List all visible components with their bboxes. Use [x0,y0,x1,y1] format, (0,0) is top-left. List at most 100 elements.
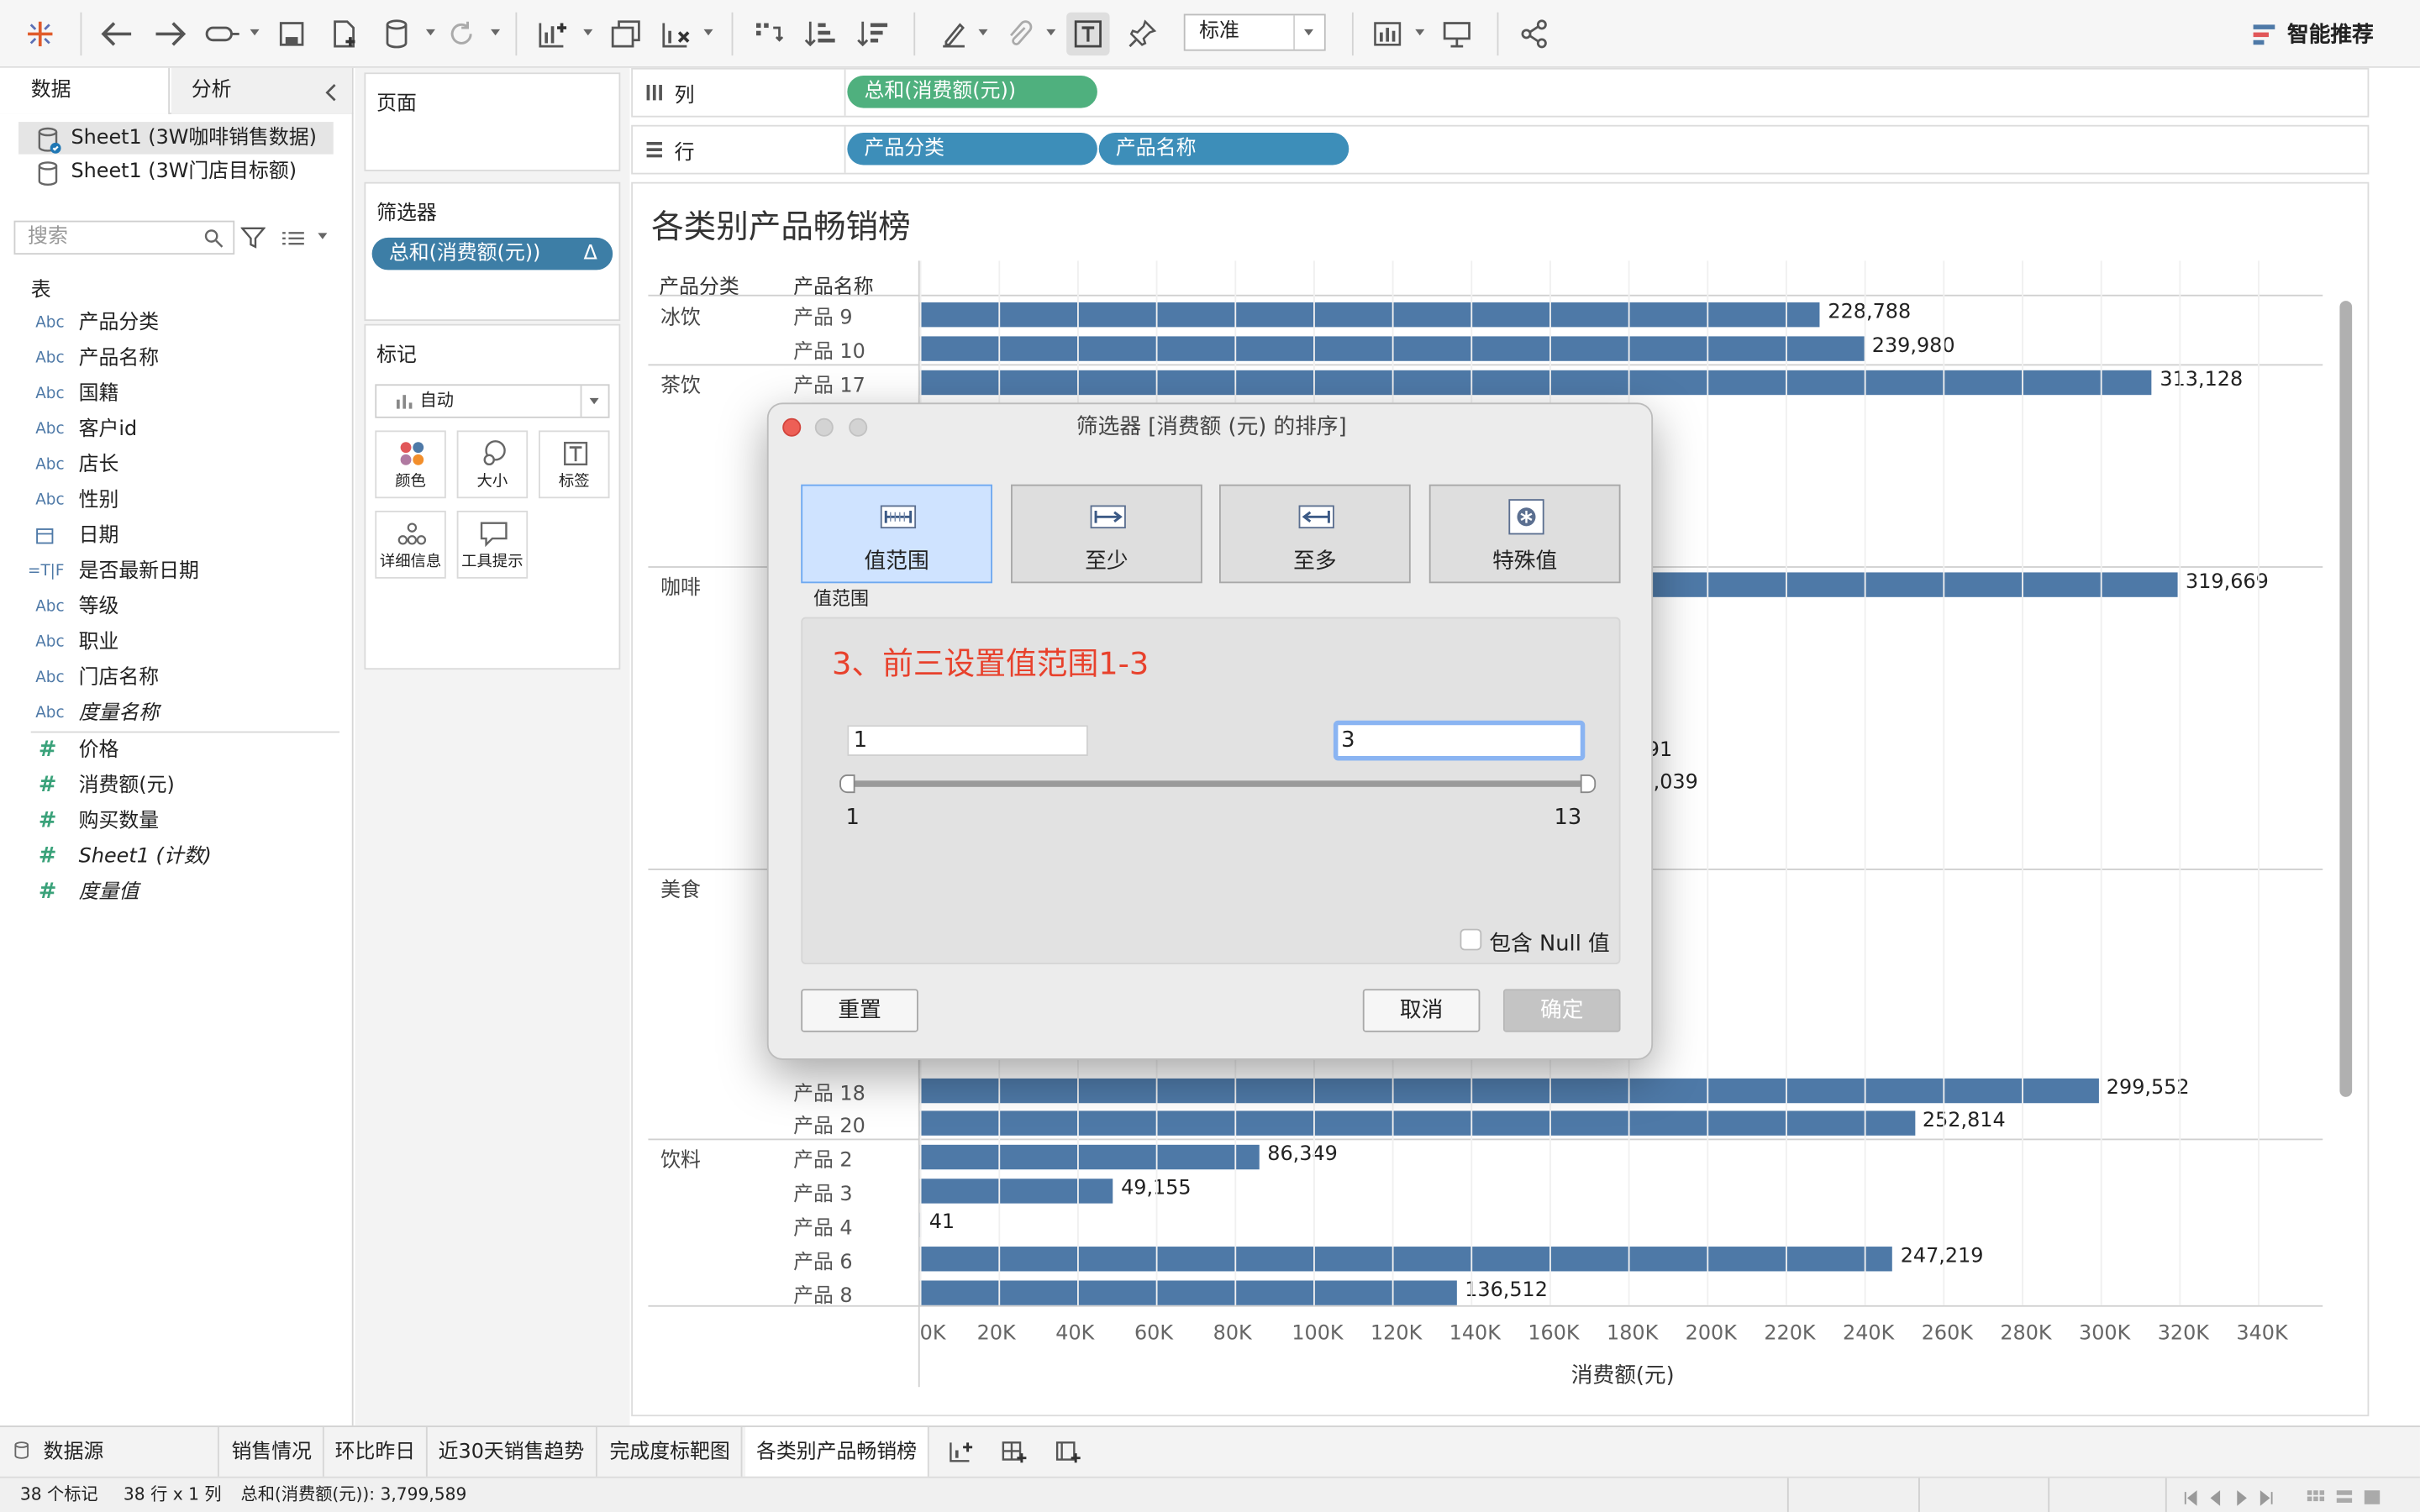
column-pill[interactable]: 总和(消费额(元)) [847,75,1097,108]
highlight-dropdown-icon[interactable] [978,29,988,36]
group-dropdown-icon[interactable] [1046,29,1056,36]
field-item[interactable]: Abc 职业 [0,625,347,660]
size-button[interactable]: 大小 [456,430,529,499]
filters-card[interactable]: 筛选器 总和(消费额(元)) Δ [364,181,621,322]
sheet-navigation-icon[interactable] [2182,1486,2291,1506]
smart-recommend-button[interactable]: 智能推荐 [2250,15,2374,52]
max-value-input[interactable]: 3 [1333,720,1586,761]
reset-button[interactable]: 重置 [801,989,918,1032]
new-story-icon[interactable] [1054,1440,1081,1471]
label-button[interactable]: 标签 [539,430,610,499]
field-item[interactable]: Abc 产品分类 [0,306,347,341]
tab-data[interactable]: 数据 [0,67,171,114]
cancel-button[interactable]: 取消 [1362,989,1481,1032]
field-item[interactable]: Abc 性别 [0,483,347,518]
new-worksheet-dropdown-icon[interactable] [583,29,593,36]
group-members-icon[interactable] [997,13,1040,55]
field-item[interactable]: Abc 产品名称 [0,341,347,376]
filter-pill[interactable]: 总和(消费额(元)) Δ [371,237,613,270]
ok-button[interactable]: 确定 [1502,989,1621,1032]
field-item[interactable]: 日期 [0,518,347,554]
row-pill-category[interactable]: 产品分类 [847,132,1097,165]
field-item[interactable]: Abc 度量名称 [0,696,347,731]
new-worksheet-tab-icon[interactable] [948,1440,976,1471]
undo-icon[interactable] [96,13,139,55]
pin-icon[interactable] [1120,13,1163,55]
show-mark-labels-icon[interactable] [1066,12,1110,56]
min-value-input[interactable]: 1 [847,725,1088,756]
sort-ascending-icon[interactable] [799,13,842,55]
collapse-pane-icon[interactable] [323,81,338,110]
show-me-chart-icon[interactable] [1367,13,1410,55]
data-source-tab[interactable]: 数据源 [0,1426,219,1478]
new-dashboard-icon[interactable] [1000,1440,1028,1471]
clear-sheet-icon[interactable] [655,13,697,55]
show-me-dropdown-icon[interactable] [1415,29,1425,36]
new-worksheet-icon[interactable] [531,13,574,55]
field-item[interactable]: Abc 等级 [0,590,347,625]
zoom-window-button[interactable] [849,417,868,437]
measure-item[interactable]: # 消费额(元) [0,769,347,804]
fit-select[interactable]: 标准 [1183,13,1326,51]
range-slider[interactable] [839,773,1597,795]
chevron-down-icon[interactable] [1293,15,1324,50]
close-window-button[interactable] [782,417,802,437]
redo-icon[interactable] [148,13,191,55]
measure-item[interactable]: # 价格 [0,732,347,768]
datasource-icon[interactable] [376,13,417,55]
detail-button[interactable]: 详细信息 [375,510,446,579]
duplicate-sheet-icon[interactable] [605,13,648,55]
measure-item[interactable]: # 度量值 [0,874,347,910]
new-datasource-icon[interactable] [324,13,365,55]
rows-shelf[interactable]: 行 产品分类 产品名称 [631,124,2370,175]
columns-shelf[interactable]: 列 总和(消费额(元)) [631,67,2370,118]
view-switch-icons[interactable] [2306,1486,2398,1504]
datasource-item[interactable]: Sheet1 (3W门店目标额) [18,156,334,189]
minimize-window-button[interactable] [814,417,834,437]
chevron-down-icon[interactable] [580,386,608,417]
swap-rows-columns-icon[interactable] [747,13,790,55]
tab-sheet[interactable]: 环比昨日 [324,1426,428,1478]
include-null-checkbox[interactable] [1460,928,1482,951]
replay-icon[interactable] [201,13,244,55]
option-at-least[interactable]: 至少 [1011,484,1202,584]
tooltip-button[interactable]: 工具提示 [456,510,529,579]
field-item[interactable]: Abc 国籍 [0,376,347,412]
measure-item[interactable]: # Sheet1 (计数) [0,839,347,874]
measure-item[interactable]: # 购买数量 [0,804,347,839]
mark-type-select[interactable]: 自动 [375,384,610,418]
share-icon[interactable] [1512,13,1555,55]
tableau-logo-icon[interactable] [18,13,61,55]
pages-card[interactable]: 页面 [364,72,621,171]
tab-sheet[interactable]: 近30天销售趋势 [428,1426,597,1478]
replay-dropdown-icon[interactable] [250,29,260,36]
view-options-dropdown-icon[interactable] [318,233,328,239]
color-button[interactable]: 颜色 [375,430,446,499]
datasource-dropdown-icon[interactable] [425,29,435,36]
highlight-icon[interactable] [932,13,975,55]
save-icon[interactable] [271,13,312,55]
field-item[interactable]: Abc 店长 [0,448,347,483]
tab-sheet-active[interactable]: 各类别产品畅销榜 [745,1426,929,1480]
tab-sheet[interactable]: 完成度标靶图 [599,1426,743,1478]
field-search-input[interactable]: 搜索 [13,220,235,255]
option-special-values[interactable]: 特殊值 [1428,484,1621,584]
vertical-scrollbar[interactable] [2339,301,2353,1097]
row-pill-product[interactable]: 产品名称 [1098,132,1349,165]
field-item[interactable]: Abc 客户id [0,412,347,447]
field-item[interactable]: =T|F 是否最新日期 [0,554,347,589]
datasource-item[interactable]: Sheet1 (3W咖啡销售数据) [18,122,334,155]
slider-min-handle[interactable] [839,774,855,794]
slider-max-handle[interactable] [1580,774,1597,794]
option-at-most[interactable]: 至多 [1218,484,1411,584]
filter-icon[interactable] [239,225,266,256]
tab-sheet[interactable]: 销售情况 [221,1426,324,1478]
presentation-mode-icon[interactable] [1435,13,1478,55]
option-range[interactable]: 值范围 [801,484,992,584]
refresh-icon[interactable] [441,13,481,55]
refresh-dropdown-icon[interactable] [491,29,501,36]
field-item[interactable]: Abc 门店名称 [0,660,347,696]
view-options-icon[interactable] [281,227,305,256]
sort-descending-icon[interactable] [852,13,895,55]
clear-sheet-dropdown-icon[interactable] [703,29,713,36]
